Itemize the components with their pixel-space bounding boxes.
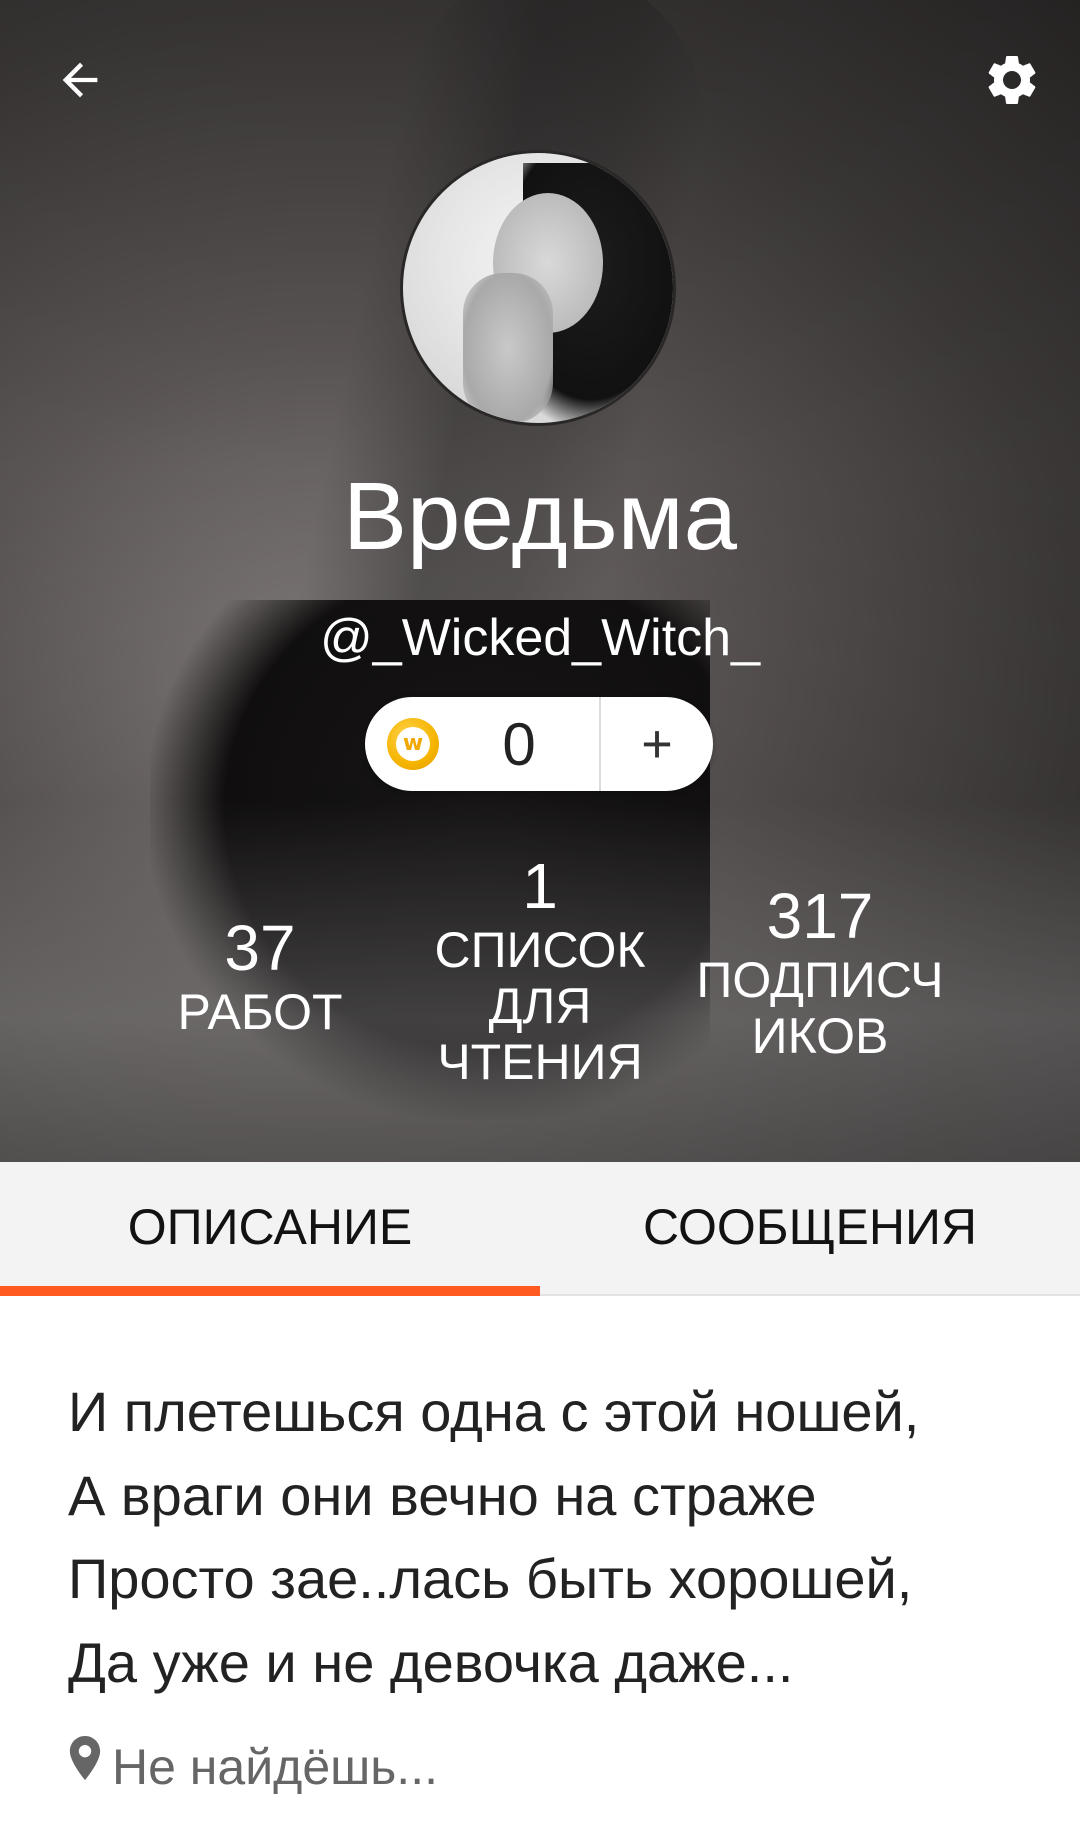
coin-icon: w: [387, 718, 439, 770]
location-text: Не найдёшь...: [112, 1739, 438, 1795]
stat-followers-label-line: ИКОВ: [751, 1008, 889, 1064]
gear-icon: [988, 55, 1036, 104]
profile-header: Вредьма @_Wicked_Witch_ w 0 + 37 РАБОТ 1…: [0, 0, 1080, 1162]
arrow-left-icon: [62, 62, 98, 98]
stat-reading-lists-label-line: ДЛЯ: [488, 978, 592, 1034]
coin-balance-pill: w 0 +: [365, 697, 713, 791]
location-pin-icon: [69, 1736, 101, 1780]
description-line: А враги они вечно на страже: [68, 1463, 817, 1527]
profile-description: И плетешься одна с этой ношей, А враги о…: [68, 1370, 1028, 1704]
stat-followers-value: 317: [766, 880, 874, 952]
stat-works[interactable]: 37 РАБОТ: [160, 912, 360, 1040]
add-coins-button[interactable]: +: [601, 697, 713, 791]
back-button[interactable]: [38, 38, 122, 122]
description-line: Просто зае..лась быть хорошей,: [68, 1547, 913, 1610]
coin-count: 0: [502, 710, 536, 778]
stat-works-label: РАБОТ: [177, 984, 343, 1040]
description-line: Да уже и не девочка даже...: [68, 1630, 794, 1694]
tab-messages[interactable]: СООБЩЕНИЯ: [540, 1162, 1080, 1292]
username: @_Wicked_Witch_: [319, 609, 761, 667]
stat-reading-lists-label-line: ЧТЕНИЯ: [437, 1034, 643, 1090]
avatar[interactable]: [400, 150, 676, 426]
settings-button[interactable]: [970, 38, 1054, 122]
description-line: И плетешься одна с этой ношей,: [68, 1380, 920, 1443]
profile-tabs: ОПИСАНИЕ СООБЩЕНИЯ: [0, 1162, 1080, 1296]
stat-reading-lists[interactable]: 1 СПИСОК ДЛЯ ЧТЕНИЯ: [425, 850, 655, 1090]
tab-about[interactable]: ОПИСАНИЕ: [0, 1162, 540, 1292]
stat-reading-lists-label-line: СПИСОК: [434, 922, 646, 978]
stat-followers-label-line: ПОДПИСЧ: [696, 952, 944, 1008]
profile-location: Не найдёшь...: [68, 1736, 438, 1796]
stat-works-value: 37: [224, 912, 296, 984]
display-name: Вредьма: [342, 463, 738, 570]
stat-reading-lists-value: 1: [522, 850, 558, 922]
stat-followers[interactable]: 317 ПОДПИСЧ ИКОВ: [680, 880, 960, 1064]
active-tab-indicator: [0, 1286, 540, 1296]
